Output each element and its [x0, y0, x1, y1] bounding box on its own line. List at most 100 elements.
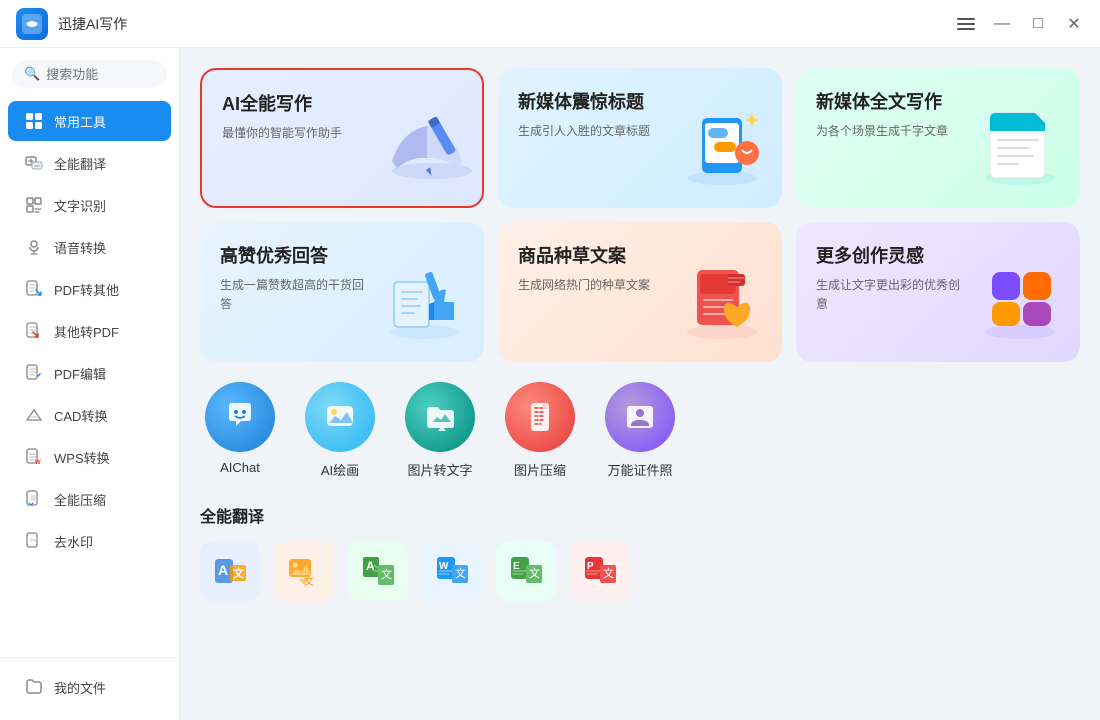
tool-aichat-label: AIChat — [220, 460, 260, 475]
svg-text:文: 文 — [381, 567, 392, 581]
menu-button[interactable] — [956, 14, 976, 34]
pdf-edit-icon — [24, 363, 44, 383]
tool-img-compress-label: 图片压缩 — [514, 460, 566, 479]
main-layout: 🔍 常用工具 — [0, 48, 1100, 720]
translate-icon-3[interactable]: A 文 — [348, 541, 408, 601]
sidebar-item-label-pdf-other: PDF转其他 — [54, 280, 119, 299]
app-logo — [16, 8, 48, 40]
sidebar-item-label-common-tools: 常用工具 — [54, 112, 106, 131]
card-new-media-icon — [672, 98, 772, 198]
svg-text:文: 文 — [455, 566, 466, 580]
content-area: AI全能写作 最懂你的智能写作助手 — [180, 48, 1100, 720]
img-compress-icon — [505, 382, 575, 452]
maximize-button[interactable]: □ — [1028, 14, 1048, 34]
tools-row: AIChat AI绘画 — [200, 382, 1080, 479]
compress-icon — [24, 489, 44, 509]
card-product-desc: 生成网络热门的种草文案 — [518, 276, 668, 295]
card-full-writing[interactable]: 新媒体全文写作 为各个场景生成千字文章 — [796, 68, 1080, 208]
search-box[interactable]: 🔍 — [12, 60, 167, 88]
translate-icon — [24, 153, 44, 173]
svg-text:文: 文 — [603, 566, 614, 580]
search-input[interactable] — [46, 67, 155, 82]
sidebar-item-label-translate: 全能翻译 — [54, 154, 106, 173]
card-ai-writing-icon — [372, 96, 472, 196]
sidebar-item-label-pdf-edit: PDF编辑 — [54, 364, 106, 383]
sidebar-item-cad[interactable]: CAD转换 — [8, 395, 171, 435]
translate-section-heading: 全能翻译 — [200, 503, 1080, 527]
speech-icon — [24, 237, 44, 257]
card-new-media-desc: 生成引人入胜的文章标题 — [518, 122, 668, 141]
sidebar-item-label-watermark: 去水印 — [54, 532, 93, 551]
ocr-icon — [24, 195, 44, 215]
svg-text:A: A — [366, 559, 375, 573]
app-title: 迅捷AI写作 — [58, 14, 956, 34]
wps-icon: W — [24, 447, 44, 467]
svg-text:W: W — [439, 561, 449, 572]
card-full-writing-desc: 为各个场景生成千字文章 — [816, 122, 966, 141]
sidebar-item-label-wps: WPS转换 — [54, 448, 110, 467]
svg-text:文: 文 — [529, 566, 540, 580]
tool-img-compress[interactable]: 图片压缩 — [500, 382, 580, 479]
common-tools-icon — [24, 111, 44, 131]
svg-text:E: E — [513, 561, 520, 572]
tool-ai-draw-label: AI绘画 — [321, 460, 359, 479]
sidebar-item-label-cad: CAD转换 — [54, 406, 107, 425]
feature-cards-grid: AI全能写作 最懂你的智能写作助手 — [200, 68, 1080, 362]
sidebar-item-translate[interactable]: 全能翻译 — [8, 143, 171, 183]
cad-icon — [24, 405, 44, 425]
card-more-inspiration[interactable]: 更多创作灵感 生成让文字更出彩的优秀创意 — [796, 222, 1080, 362]
card-answer-desc: 生成一篇赞数超高的干货回答 — [220, 276, 370, 314]
sidebar-item-pdf-other[interactable]: PDF转其他 — [8, 269, 171, 309]
tool-aichat[interactable]: AIChat — [200, 382, 280, 479]
card-ai-writing[interactable]: AI全能写作 最懂你的智能写作助手 — [200, 68, 484, 208]
svg-text:P: P — [587, 561, 594, 572]
tool-id-photo[interactable]: 万能证件照 — [600, 382, 680, 479]
other-pdf-icon — [24, 321, 44, 341]
translate-icon-5[interactable]: E 文 — [496, 541, 556, 601]
aichat-icon — [205, 382, 275, 452]
card-product-copy[interactable]: 商品种草文案 生成网络热门的种草文案 — [498, 222, 782, 362]
card-answer-icon — [374, 252, 474, 352]
sidebar-item-common-tools[interactable]: 常用工具 — [8, 101, 171, 141]
sidebar-item-pdf-edit[interactable]: PDF编辑 — [8, 353, 171, 393]
sidebar-item-speech[interactable]: 语音转换 — [8, 227, 171, 267]
translate-section: 全能翻译 A 文 — [200, 503, 1080, 601]
svg-text:W: W — [35, 460, 41, 466]
tool-img-to-text[interactable]: 图片转文字 — [400, 382, 480, 479]
my-files-icon — [24, 677, 44, 697]
sidebar-item-label-ocr: 文字识别 — [54, 196, 106, 215]
sidebar-item-compress[interactable]: 全能压缩 — [8, 479, 171, 519]
sidebar-item-label-speech: 语音转换 — [54, 238, 106, 257]
sidebar-item-label-other-pdf: 其他转PDF — [54, 322, 119, 341]
img-to-text-icon — [405, 382, 475, 452]
sidebar-item-watermark[interactable]: 去水印 — [8, 521, 171, 561]
svg-text:文: 文 — [233, 566, 245, 580]
translate-icon-1[interactable]: A 文 — [200, 541, 260, 601]
id-photo-icon — [605, 382, 675, 452]
card-inspiration-icon — [970, 252, 1070, 352]
tool-ai-draw[interactable]: AI绘画 — [300, 382, 380, 479]
tool-img-to-text-label: 图片转文字 — [407, 460, 472, 479]
card-full-writing-icon — [970, 98, 1070, 198]
sidebar-item-my-files[interactable]: 我的文件 — [8, 667, 171, 707]
card-new-media-title[interactable]: 新媒体震惊标题 生成引人入胜的文章标题 — [498, 68, 782, 208]
tool-id-photo-label: 万能证件照 — [607, 460, 672, 479]
card-excellent-answer[interactable]: 高赞优秀回答 生成一篇赞数超高的干货回答 — [200, 222, 484, 362]
title-bar: 迅捷AI写作 — □ ✕ — [0, 0, 1100, 48]
card-product-icon — [672, 252, 772, 352]
translate-icon-2[interactable]: 文 — [274, 541, 334, 601]
window-controls: — □ ✕ — [956, 14, 1084, 34]
sidebar-item-other-pdf[interactable]: 其他转PDF — [8, 311, 171, 351]
ai-draw-icon — [305, 382, 375, 452]
translate-icons-row: A 文 文 — [200, 541, 1080, 601]
sidebar: 🔍 常用工具 — [0, 48, 180, 720]
sidebar-item-ocr[interactable]: 文字识别 — [8, 185, 171, 225]
sidebar-item-label-my-files: 我的文件 — [54, 678, 106, 697]
search-icon: 🔍 — [24, 66, 40, 82]
translate-icon-4[interactable]: W 文 — [422, 541, 482, 601]
svg-text:A: A — [218, 562, 228, 578]
close-button[interactable]: ✕ — [1064, 14, 1084, 34]
minimize-button[interactable]: — — [992, 14, 1012, 34]
sidebar-item-wps[interactable]: W WPS转换 — [8, 437, 171, 477]
translate-icon-6[interactable]: P 文 — [570, 541, 630, 601]
